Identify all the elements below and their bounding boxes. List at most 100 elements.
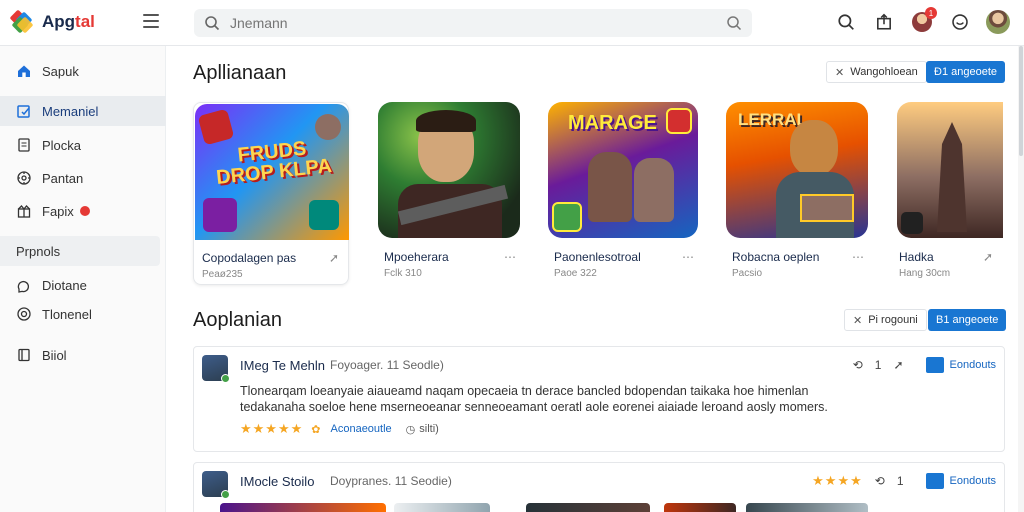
review-link[interactable]: Aconaeoutle (331, 423, 392, 435)
search-icon (205, 16, 220, 31)
follow-button[interactable]: Eondouts (925, 473, 996, 489)
sidebar-item-plocka[interactable]: Plocka (0, 130, 166, 160)
share-icon[interactable]: ➚ (983, 250, 993, 264)
sidebar-item-label: Pantan (42, 170, 84, 186)
sidebar-item-label: Memaniel (42, 103, 99, 119)
sidebar-item-sapuk[interactable]: Sapuk (0, 56, 166, 86)
rating-stars: ★★★★ (812, 473, 863, 488)
menu-icon[interactable] (143, 14, 159, 28)
media-thumbnail[interactable] (526, 503, 650, 512)
review-time: Foyoager. 11 Seodle) (330, 358, 444, 372)
app-thumbnail: LERRAL (726, 102, 868, 238)
primary-action-button[interactable]: B1 angeoete (928, 309, 1007, 331)
like-count: 1 (874, 358, 882, 372)
review-time: Doypranes. 11 Seodie) (330, 474, 452, 488)
app-name: Apgtal (42, 12, 95, 32)
app-card[interactable]: LERRAL Robacna oeplen Pacsio ⋯ (726, 102, 882, 285)
more-icon[interactable]: ⋯ (504, 250, 516, 264)
app-thumbnail: FRUDS DROP KLPA (195, 104, 349, 240)
sidebar-item-memaniel[interactable]: Memaniel (0, 96, 166, 126)
media-thumbnail[interactable] (664, 503, 736, 512)
reviewer-name[interactable]: IMocle Stoilo (240, 474, 314, 489)
notification-avatar-icon[interactable]: 1 (910, 7, 937, 34)
sidebar-section-label: Prpnols (16, 243, 61, 259)
more-icon[interactable]: ⋯ (852, 250, 864, 264)
filter-button-label: Wangohloean (850, 66, 918, 78)
media-thumbnail[interactable] (220, 503, 386, 512)
share-icon[interactable]: ➚ (329, 251, 339, 265)
award-icon: ✿ (311, 423, 321, 436)
reviewer-avatar[interactable] (202, 355, 230, 383)
reviewer-avatar[interactable] (202, 471, 230, 499)
app-name: Robacna oeplen (732, 250, 820, 264)
section-title: Apllianaan (193, 62, 287, 84)
sidebar-item-label: Plocka (42, 137, 82, 153)
media-thumbnail[interactable] (394, 503, 490, 512)
sidebar-item-label: Diotane (42, 277, 87, 293)
app-thumbnail-title: MARAGE (568, 112, 657, 134)
sidebar-item-label: Fapix (42, 203, 74, 219)
filter-button[interactable]: ✕ Wangohloean (826, 61, 927, 83)
online-indicator (221, 374, 230, 383)
follow-label: Eondouts (949, 359, 996, 371)
search-input[interactable] (230, 15, 726, 31)
notification-badge: 1 (925, 7, 937, 19)
app-name: Mpoeherara (384, 250, 449, 264)
scrollbar[interactable] (1018, 46, 1024, 512)
reply-icon[interactable]: ⟲ (853, 358, 863, 372)
reviewer-name[interactable]: IMeg Te Mehln (240, 358, 325, 373)
chat-icon[interactable] (948, 10, 972, 34)
media-thumbnail[interactable] (746, 503, 868, 512)
app-meta: Paoe 322 (554, 268, 597, 279)
app-logo[interactable]: Apgtal (9, 9, 95, 34)
sidebar-item-label: Biiol (42, 347, 67, 363)
app-name: Copodalagen pas (202, 251, 297, 265)
sidebar-item-pantan[interactable]: Pantan (0, 163, 166, 193)
sidebar-item-fapix[interactable]: Fapix (0, 196, 166, 226)
review-card: IMocle Stoilo Doypranes. 11 Seodie) ★★★★… (193, 462, 1005, 512)
sidebar-item-tlonenel[interactable]: Tlonenel (0, 299, 166, 329)
book-icon (16, 347, 32, 363)
sidebar-item-label: Sapuk (42, 63, 79, 79)
target-icon (16, 306, 32, 322)
sidebar-item-diotane[interactable]: Diotane (0, 270, 166, 300)
search-icon[interactable] (834, 10, 858, 34)
reply-icon[interactable]: ⟲ (875, 474, 885, 488)
clock-icon: ◷ (405, 423, 416, 436)
app-card[interactable]: MARAGE Paonenlesotroal Paoe 322 ⋯ (548, 102, 704, 285)
sidebar-item-biiol[interactable]: Biiol (0, 340, 166, 370)
top-bar: Apgtal 1 (0, 0, 1024, 46)
app-card[interactable]: Hadka Hang 30cm ➚ (897, 102, 1009, 285)
app-name: Hadka (899, 250, 934, 264)
sidebar-section-header[interactable]: Prpnols (0, 236, 160, 266)
app-thumbnail-title: FRUDS DROP KLPA (215, 137, 333, 189)
follow-button[interactable]: Eondouts (925, 357, 996, 373)
app-meta: Pacsio (732, 268, 763, 279)
user-avatar[interactable] (986, 10, 1010, 34)
app-card[interactable]: Mpoeherara Fclk 310 ⋯ (378, 102, 534, 285)
app-card[interactable]: FRUDS DROP KLPA Copodalagen pas Peaø235 … (193, 102, 349, 285)
gear-icon (16, 170, 32, 186)
search-bar[interactable] (194, 9, 752, 37)
alert-badge (79, 206, 90, 216)
more-icon[interactable]: ⋯ (682, 250, 694, 264)
filter-button[interactable]: ✕ Pi rogouni (844, 309, 927, 331)
app-thumbnail (378, 102, 520, 238)
document-icon (16, 137, 32, 153)
app-name-part-a: Apg (42, 12, 76, 31)
review-text: Tlonearqam loeanyaie aiaueamd naqam opec… (240, 384, 828, 414)
primary-action-button[interactable]: Ð1 angeoete (926, 61, 1005, 83)
share-icon[interactable]: ➚ (893, 358, 903, 372)
edit-icon (16, 103, 32, 119)
review-footer: ★★★★★ ✿ Aconaeoutle ◷ silti) (240, 421, 439, 437)
filter-button-label: Pi rogouni (868, 314, 918, 326)
app-name: Paonenlesotroal (554, 250, 641, 264)
online-indicator (221, 490, 230, 499)
info-icon (16, 277, 32, 293)
search-submit-icon[interactable] (726, 15, 742, 31)
app-meta: Peaø235 (202, 269, 243, 280)
follow-icon (925, 357, 944, 373)
logo-mark-icon (9, 9, 34, 34)
scrollbar-thumb[interactable] (1019, 46, 1023, 156)
share-icon[interactable] (872, 10, 896, 34)
